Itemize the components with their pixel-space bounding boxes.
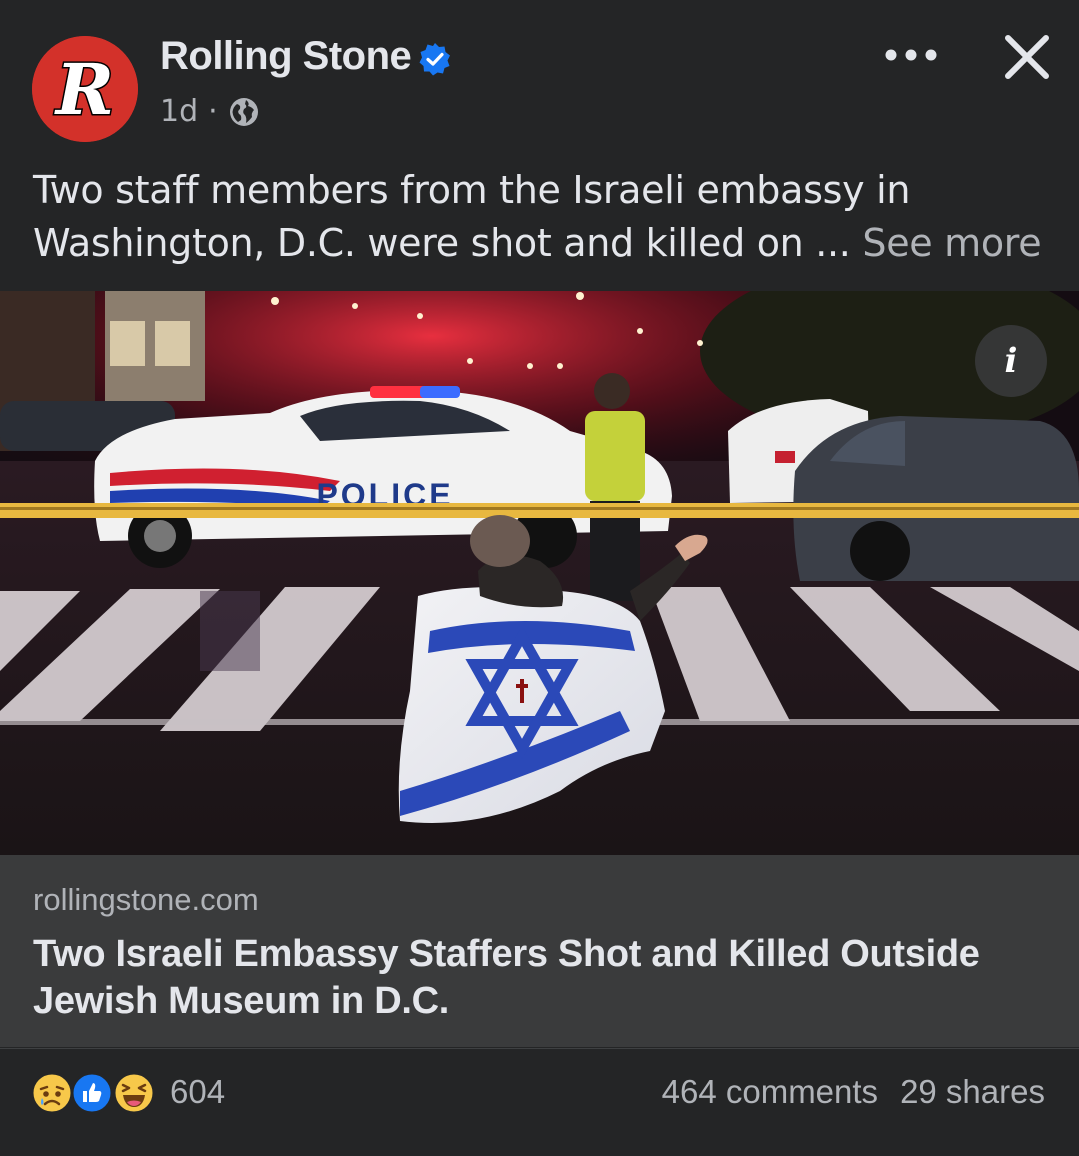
post-timestamp[interactable]: 1d	[160, 94, 198, 129]
verified-badge-icon	[419, 43, 450, 76]
news-photo: POLICE	[0, 291, 1079, 855]
post-stats: 464 comments 29 shares	[662, 1073, 1045, 1111]
page-name[interactable]: Rolling Stone	[160, 34, 412, 79]
meta-separator: ·	[208, 94, 218, 129]
post-footer: 604 464 comments 29 shares	[0, 1048, 1079, 1156]
close-icon[interactable]	[998, 28, 1056, 86]
info-button[interactable]: i	[975, 325, 1047, 397]
post-image[interactable]: POLICE	[0, 291, 1079, 855]
shares-count[interactable]: 29 shares	[900, 1073, 1045, 1111]
reaction-count[interactable]: 604	[170, 1073, 225, 1111]
comments-count[interactable]: 464 comments	[662, 1073, 878, 1111]
sad-reaction-icon	[30, 1071, 74, 1115]
link-preview-card[interactable]: rollingstone.com Two Israeli Embassy Sta…	[0, 855, 1079, 1047]
see-more-link[interactable]: See more	[862, 221, 1041, 265]
post-header: R Rolling Stone 1d ·	[0, 0, 1079, 160]
more-options-icon	[885, 49, 937, 61]
globe-icon	[229, 97, 258, 126]
link-title[interactable]: Two Israeli Embassy Staffers Shot and Ki…	[33, 931, 1043, 1025]
post-caption: Two staff members from the Israeli embas…	[33, 164, 1053, 270]
rolling-stone-logo-icon: R	[32, 36, 138, 142]
haha-reaction-icon	[112, 1071, 156, 1115]
page-avatar[interactable]: R	[32, 36, 138, 142]
link-domain: rollingstone.com	[33, 882, 259, 917]
svg-text:R: R	[54, 48, 114, 131]
like-reaction-icon	[70, 1071, 114, 1115]
caption-text: Two staff members from the Israeli embas…	[33, 168, 911, 265]
post-meta: 1d ·	[160, 94, 260, 129]
more-options-button[interactable]	[880, 30, 942, 80]
